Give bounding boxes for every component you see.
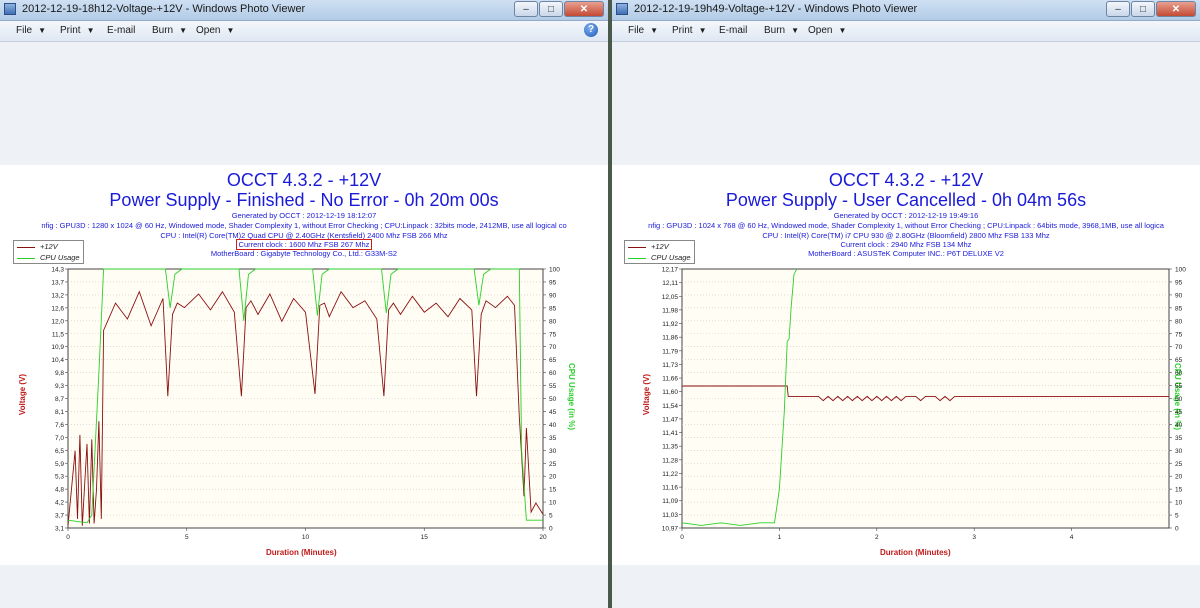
y-right-tick-label: 65 bbox=[1175, 357, 1183, 364]
y-right-tick-label: 40 bbox=[1175, 422, 1183, 429]
y-left-tick-label: 9,8 bbox=[55, 370, 64, 377]
y-right-tick-label: 70 bbox=[1175, 344, 1183, 351]
y-right-tick-label: 35 bbox=[549, 435, 557, 442]
y-left-tick-label: 3,7 bbox=[55, 513, 64, 520]
y-right-tick-label: 5 bbox=[549, 513, 553, 520]
x-tick-label: 20 bbox=[539, 534, 547, 541]
y-left-tick-label: 3,1 bbox=[55, 526, 64, 533]
y-left-tick-label: 11,98 bbox=[662, 307, 678, 314]
y-right-tick-label: 45 bbox=[549, 409, 557, 416]
y-right-tick-label: 55 bbox=[549, 383, 557, 390]
x-tick-label: 1 bbox=[778, 534, 782, 541]
y-right-tick-label: 90 bbox=[549, 292, 557, 299]
y-left-tick-label: 11,35 bbox=[662, 444, 678, 451]
y-right-tick-label: 100 bbox=[1175, 267, 1186, 274]
y-right-tick-label: 90 bbox=[1175, 292, 1183, 299]
y-left-tick-label: 5,9 bbox=[55, 461, 64, 468]
x-tick-label: 10 bbox=[302, 534, 310, 541]
y-left-tick-label: 11,86 bbox=[662, 335, 678, 342]
y-left-tick-label: 13,7 bbox=[51, 279, 64, 286]
y-left-tick-label: 12,17 bbox=[662, 267, 679, 274]
y-left-tick-label: 11,54 bbox=[662, 403, 678, 410]
y-right-tick-label: 100 bbox=[549, 267, 560, 274]
y-right-tick-label: 30 bbox=[1175, 448, 1183, 455]
y-right-tick-label: 35 bbox=[1175, 435, 1183, 442]
x-tick-label: 2 bbox=[875, 534, 879, 541]
y-right-tick-label: 80 bbox=[549, 318, 557, 325]
y-left-tick-label: 10,97 bbox=[662, 526, 679, 533]
y-right-tick-label: 60 bbox=[1175, 370, 1183, 377]
y-right-tick-label: 5 bbox=[1175, 513, 1179, 520]
y-left-tick-label: 12,0 bbox=[51, 318, 64, 325]
y-left-tick-label: 12,6 bbox=[51, 305, 64, 312]
y-left-tick-label: 9,3 bbox=[55, 383, 64, 390]
y-left-tick-label: 10,9 bbox=[51, 344, 64, 351]
y-left-tick-label: 11,5 bbox=[52, 331, 65, 338]
x-tick-label: 4 bbox=[1070, 534, 1074, 541]
y-right-tick-label: 70 bbox=[549, 344, 557, 351]
y-left-tick-label: 10,4 bbox=[51, 357, 64, 364]
y-left-tick-label: 5,3 bbox=[55, 474, 64, 481]
y-right-tick-label: 65 bbox=[549, 357, 557, 364]
y-right-tick-label: 10 bbox=[549, 500, 557, 507]
y-left-tick-label: 6,5 bbox=[55, 448, 64, 455]
y-left-tick-label: 12,05 bbox=[662, 294, 679, 301]
y-left-tick-label: 14,3 bbox=[51, 267, 64, 274]
voltage-chart-right: 0510152025303540455055606570758085909510… bbox=[662, 267, 1187, 542]
x-tick-label: 0 bbox=[66, 534, 70, 541]
y-left-tick-label: 11,28 bbox=[662, 457, 678, 464]
y-right-tick-label: 0 bbox=[549, 526, 553, 533]
y-left-tick-label: 8,1 bbox=[55, 409, 64, 416]
y-right-tick-label: 45 bbox=[1175, 409, 1183, 416]
y-right-tick-label: 85 bbox=[1175, 305, 1183, 312]
y-left-tick-label: 7,6 bbox=[55, 422, 64, 429]
y-left-tick-label: 11,09 bbox=[662, 498, 678, 505]
y-right-tick-label: 60 bbox=[549, 370, 557, 377]
x-tick-label: 5 bbox=[185, 534, 189, 541]
y-right-tick-label: 20 bbox=[1175, 474, 1183, 481]
y-right-tick-label: 50 bbox=[1175, 396, 1183, 403]
photo-viewer-window-right: 2012-12-19-19h49-Voltage-+12V - Windows … bbox=[612, 0, 1200, 608]
y-left-tick-label: 11,92 bbox=[662, 321, 678, 328]
voltage-chart-left: 0510152025303540455055606570758085909510… bbox=[51, 267, 560, 542]
y-right-tick-label: 15 bbox=[549, 487, 557, 494]
y-right-tick-label: 95 bbox=[549, 279, 557, 286]
photo-viewer-window-left: 2012-12-19-18h12-Voltage-+12V - Windows … bbox=[0, 0, 608, 608]
y-left-tick-label: 11,66 bbox=[662, 376, 678, 383]
y-right-tick-label: 0 bbox=[1175, 526, 1179, 533]
y-left-tick-label: 4,8 bbox=[55, 487, 64, 494]
y-left-tick-label: 11,73 bbox=[662, 362, 678, 369]
y-left-tick-label: 11,79 bbox=[662, 348, 678, 355]
y-right-tick-label: 25 bbox=[549, 461, 557, 468]
y-right-tick-label: 15 bbox=[1175, 487, 1183, 494]
y-left-tick-label: 11,41 bbox=[662, 430, 678, 437]
y-right-tick-label: 80 bbox=[1175, 318, 1183, 325]
y-right-tick-label: 50 bbox=[549, 396, 557, 403]
y-right-tick-label: 85 bbox=[549, 305, 557, 312]
y-right-tick-label: 75 bbox=[1175, 331, 1183, 338]
y-right-tick-label: 25 bbox=[1175, 461, 1183, 468]
y-right-tick-label: 40 bbox=[549, 422, 557, 429]
y-right-tick-label: 30 bbox=[549, 448, 557, 455]
y-left-tick-label: 8,7 bbox=[55, 396, 64, 403]
y-left-tick-label: 11,03 bbox=[662, 512, 678, 519]
y-right-tick-label: 10 bbox=[1175, 500, 1183, 507]
y-left-tick-label: 11,16 bbox=[662, 485, 678, 492]
y-right-tick-label: 75 bbox=[549, 331, 557, 338]
y-left-tick-label: 11,22 bbox=[662, 471, 678, 478]
y-right-tick-label: 55 bbox=[1175, 383, 1183, 390]
y-left-tick-label: 7,0 bbox=[55, 435, 64, 442]
y-left-tick-label: 11,60 bbox=[662, 389, 678, 396]
y-right-tick-label: 95 bbox=[1175, 279, 1183, 286]
y-right-tick-label: 20 bbox=[549, 474, 557, 481]
x-tick-label: 3 bbox=[972, 534, 976, 541]
x-tick-label: 15 bbox=[421, 534, 429, 541]
y-left-tick-label: 12,11 bbox=[662, 280, 678, 287]
y-left-tick-label: 11,47 bbox=[662, 416, 678, 423]
y-left-tick-label: 13,2 bbox=[51, 292, 64, 299]
y-left-tick-label: 4,2 bbox=[55, 500, 64, 507]
x-tick-label: 0 bbox=[680, 534, 684, 541]
